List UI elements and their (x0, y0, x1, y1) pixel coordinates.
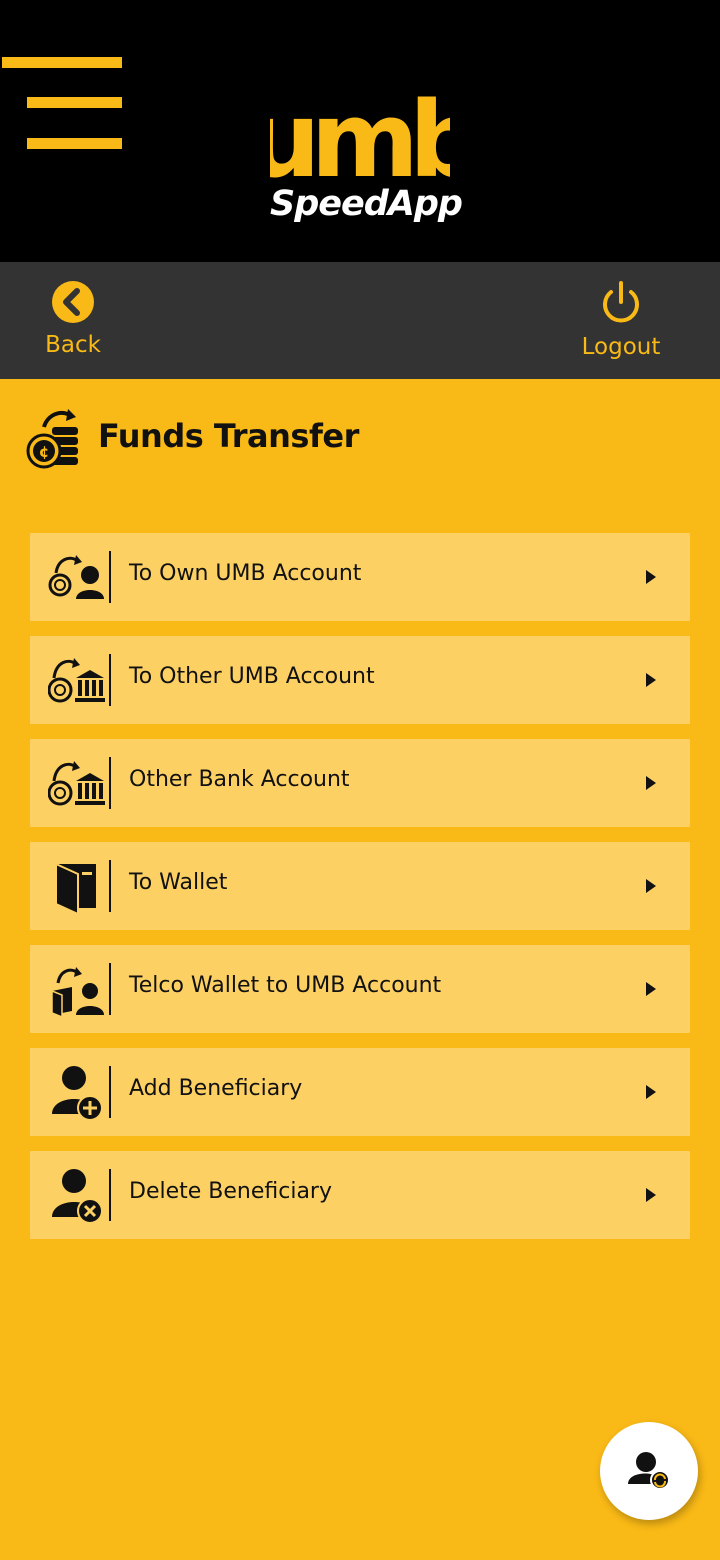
divider (109, 1169, 111, 1221)
list-item-add-beneficiary[interactable]: Add Beneficiary (30, 1048, 690, 1136)
logout-button[interactable]: Logout (576, 280, 666, 360)
wallet-icon (55, 862, 96, 914)
power-icon (603, 281, 639, 323)
list-item-to-other-umb-account[interactable]: To Other UMB Account (30, 636, 690, 724)
item-label: To Wallet (129, 870, 228, 895)
menu-bar-icon (2, 57, 122, 68)
coin-to-bank-icon (48, 761, 105, 806)
list-item-delete-beneficiary[interactable]: Delete Beneficiary (30, 1151, 690, 1239)
back-button[interactable]: Back (28, 280, 118, 358)
item-label: Delete Beneficiary (129, 1179, 332, 1204)
hamburger-menu-button[interactable] (0, 55, 124, 151)
divider (109, 654, 111, 706)
logout-label: Logout (581, 334, 661, 360)
wallet-to-person-icon (51, 967, 104, 1017)
list-item-to-wallet[interactable]: To Wallet (30, 842, 690, 930)
list-item-other-bank-account[interactable]: Other Bank Account (30, 739, 690, 827)
logo-subtitle: SpeedApp (270, 184, 463, 224)
list-item-telco-wallet-to-umb-account[interactable]: Telco Wallet to UMB Account (30, 945, 690, 1033)
coin-stack-transfer-icon: ¢ (26, 409, 78, 469)
coin-to-person-icon (48, 555, 104, 599)
item-label: Add Beneficiary (129, 1076, 303, 1101)
list-item-to-own-umb-account[interactable]: To Own UMB Account (30, 533, 690, 621)
divider (109, 1066, 111, 1118)
svg-text:¢: ¢ (39, 443, 49, 461)
menu-bar-icon (27, 97, 122, 108)
divider (109, 860, 111, 912)
item-label: Telco Wallet to UMB Account (129, 973, 442, 998)
chevron-right-icon (646, 673, 656, 687)
divider (109, 963, 111, 1015)
chevron-right-icon (646, 879, 656, 893)
chevron-left-circle-icon (52, 281, 94, 323)
divider (109, 757, 111, 809)
chevron-right-icon (646, 570, 656, 584)
remove-user-icon (52, 1169, 103, 1223)
divider (109, 551, 111, 603)
chevron-right-icon (646, 776, 656, 790)
chevron-right-icon (646, 1188, 656, 1202)
add-user-icon (52, 1066, 103, 1120)
page-title: Funds Transfer (98, 417, 359, 455)
chevron-right-icon (646, 982, 656, 996)
back-label: Back (45, 332, 101, 358)
chevron-right-icon (646, 1085, 656, 1099)
item-label: Other Bank Account (129, 767, 350, 792)
svg-text:umb: umb (270, 84, 450, 184)
menu-bar-icon (27, 138, 122, 149)
transfer-options-list: To Own UMB Account To Other UMB Account (30, 533, 690, 1254)
coin-to-bank-icon (48, 658, 105, 703)
umb-logo: umb SpeedApp (247, 79, 489, 234)
nav-bar: Back Logout (0, 262, 720, 379)
item-label: To Other UMB Account (129, 664, 375, 689)
switch-user-fab[interactable] (600, 1422, 698, 1520)
item-label: To Own UMB Account (129, 561, 362, 586)
app-header: umb SpeedApp (0, 0, 720, 262)
user-sync-icon (628, 1452, 670, 1490)
